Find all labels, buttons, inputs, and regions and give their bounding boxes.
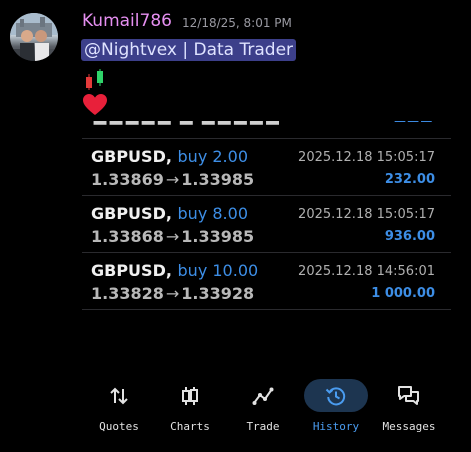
tab-history[interactable]: History [301,376,371,446]
row-side: buy 8.00 [177,204,248,223]
bottom-tab-bar: Quotes Charts Trade History Messages [82,376,451,446]
history-row[interactable]: GBPUSD, buy 2.00 1.33869 → 1.33985 2025.12… [82,138,451,196]
candlestick-icon [86,69,103,90]
row-pair: GBPUSD, buy 2.00 [91,147,248,166]
username[interactable]: Kumail786 [82,11,172,31]
tab-label: History [312,420,360,433]
tab-quotes[interactable]: Quotes [84,376,154,446]
arrow-icon: → [165,284,180,303]
row-side: buy 10.00 [177,261,259,280]
user-mention[interactable]: @Nightvex | Data Trader [81,39,297,61]
arrow-icon: → [165,170,180,189]
tab-charts[interactable]: Charts [155,376,225,446]
tab-label: Charts [170,420,210,433]
truncated-row-profit: ▬▬▬ [393,121,433,127]
truncated-previous-row: ▬▬▬▬▬ ▬ ▬▬▬▬▬ ▬▬▬ [82,121,451,130]
red-heart-icon [83,94,107,115]
row-pair: GBPUSD, buy 10.00 [91,261,259,280]
row-prices: 1.33868 → 1.33985 [91,227,255,246]
row-profit: 1 000.00 [371,286,435,301]
row-prices: 1.33828 → 1.33928 [91,284,255,303]
row-pair: GBPUSD, buy 8.00 [91,204,248,223]
row-profit: 936.00 [384,229,435,244]
row-prices: 1.33869 → 1.33985 [91,170,255,189]
row-datetime: 2025.12.18 15:05:17 [298,207,435,222]
quotes-arrows-icon [110,387,128,405]
row-datetime: 2025.12.18 15:05:17 [298,150,435,165]
avatar[interactable] [10,13,58,61]
tab-messages[interactable]: Messages [374,376,444,446]
tab-label: Messages [382,420,436,433]
tab-label: Trade [246,420,280,433]
tab-trade[interactable]: Trade [228,376,298,446]
history-empty-space [82,309,451,376]
history-row[interactable]: GBPUSD, buy 8.00 1.33868 → 1.33985 2025.12… [82,195,451,253]
trading-app-screenshot: ▬▬▬▬▬ ▬ ▬▬▬▬▬ ▬▬▬ GBPUSD, buy 2.00 1.338… [82,121,451,446]
tab-label: Quotes [99,420,139,433]
row-side: buy 2.00 [177,147,248,166]
arrow-icon: → [165,227,180,246]
history-row[interactable]: GBPUSD, buy 10.00 1.33828 → 1.33928 2025.1… [82,252,451,310]
history-clock-icon [325,387,346,406]
row-datetime: 2025.12.18 14:56:01 [298,264,435,279]
message-timestamp: 12/18/25, 8:01 PM [182,16,292,30]
trade-line-icon [252,387,274,405]
candles-icon [182,387,198,405]
messages-icon [398,386,419,405]
row-profit: 232.00 [384,172,435,187]
avatar-photo [10,13,58,61]
truncated-row-text: ▬▬▬▬▬ ▬ ▬▬▬▬▬ [92,121,281,130]
